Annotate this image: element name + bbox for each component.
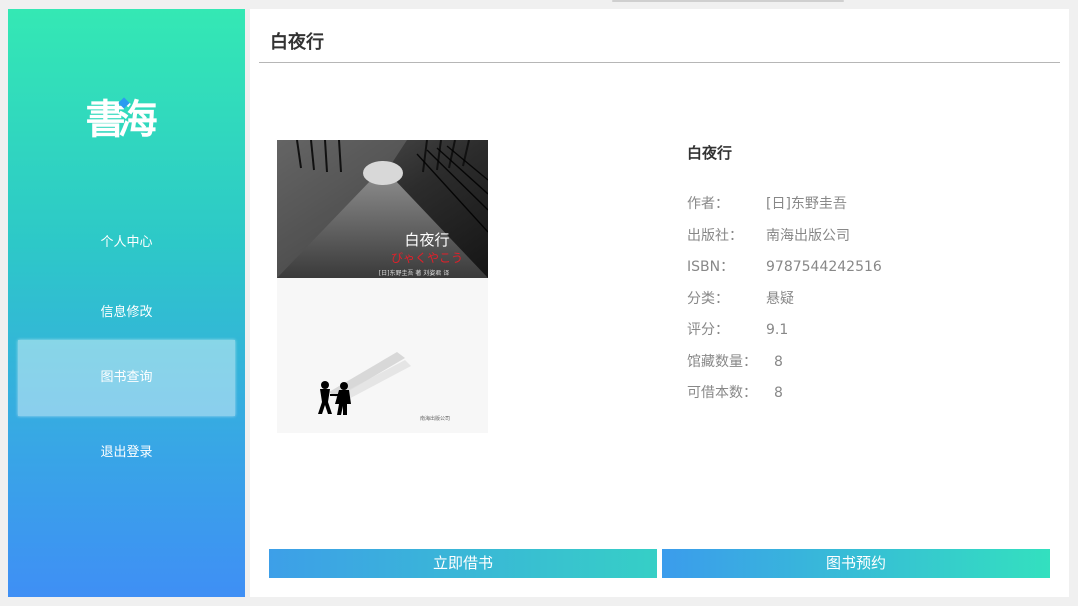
reserve-button[interactable]: 图书预约 — [662, 549, 1050, 578]
cover-subtitle: びゃくやこう — [391, 251, 463, 265]
book-name: 白夜行 — [687, 144, 733, 162]
info-row-author: 作者： [日]东野圭吾 — [687, 189, 882, 221]
info-label: 可借本数： — [687, 385, 757, 401]
info-row-available: 可借本数： 8 — [687, 378, 882, 410]
info-row-isbn: ISBN： 9787544242516 — [687, 252, 882, 284]
book-cover-image: 白夜行 びゃくやこう [日]东野圭吾 著 刘姿君 译 南海出版公司 — [277, 140, 488, 433]
info-value: 8 — [774, 353, 783, 370]
info-value: 9.1 — [766, 322, 789, 338]
info-label: 作者： — [687, 196, 729, 212]
info-label: 馆藏数量： — [687, 353, 757, 370]
info-label: 评分： — [687, 322, 729, 338]
cover-title: 白夜行 — [404, 231, 449, 249]
borrow-button[interactable]: 立即借书 — [269, 549, 657, 578]
info-value: [日]东野圭吾 — [766, 196, 847, 212]
sidebar-item-label: 图书查询 — [100, 370, 153, 385]
logo: 書海 — [85, 96, 168, 143]
info-label: 分类： — [687, 290, 729, 307]
sidebar-item-logout[interactable]: 退出登录 — [18, 415, 235, 491]
info-row-publisher: 出版社： 南海出版公司 — [687, 221, 882, 253]
sidebar-item-book-search[interactable]: 图书查询 — [18, 340, 235, 416]
info-row-holdings: 馆藏数量： 8 — [687, 347, 882, 379]
cover-publisher-mark: 南海出版公司 — [420, 415, 450, 422]
info-value: 9787544242516 — [766, 259, 882, 275]
sidebar-item-label: 退出登录 — [100, 445, 153, 460]
info-value: 南海出版公司 — [766, 227, 850, 244]
info-row-rating: 评分： 9.1 — [687, 315, 882, 347]
book-info-list: 作者： [日]东野圭吾 出版社： 南海出版公司 ISBN： 9787544242516… — [687, 189, 882, 410]
page-title: 白夜行 — [270, 32, 324, 53]
sidebar-item-label: 信息修改 — [100, 305, 153, 320]
sidebar: 書海 个人中心 信息修改 图书查询 退出登录 — [8, 9, 245, 597]
info-row-category: 分类： 悬疑 — [687, 284, 882, 316]
info-label: ISBN： — [687, 259, 735, 275]
info-value: 8 — [774, 385, 783, 401]
info-value: 悬疑 — [766, 290, 794, 307]
cover-credit: [日]东野圭吾 著 刘姿君 译 — [379, 269, 449, 277]
title-divider — [259, 62, 1060, 63]
main-panel: 白夜行 白夜行 びゃくやこう [日]东野圭吾 著 刘姿君 译 南海出版公司 白夜… — [250, 9, 1069, 597]
top-edge-strip — [612, 0, 844, 2]
sidebar-item-personal-center[interactable]: 个人中心 — [18, 205, 235, 281]
sidebar-item-label: 个人中心 — [100, 235, 153, 250]
info-label: 出版社： — [687, 227, 743, 244]
